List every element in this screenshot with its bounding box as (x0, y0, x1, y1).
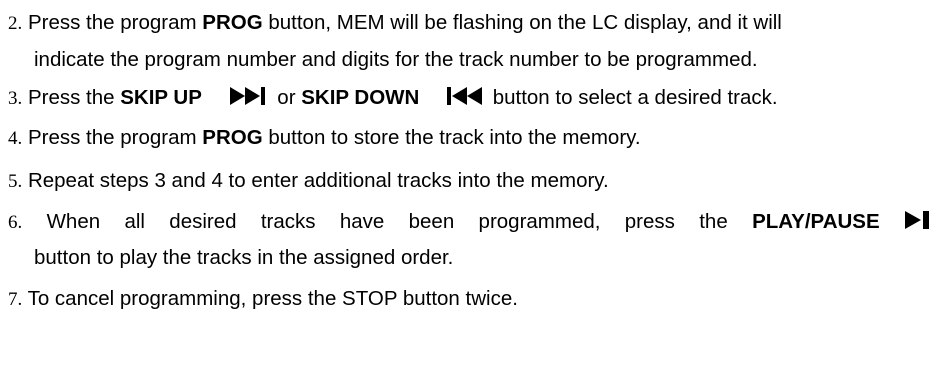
step-5: 5. Repeat steps 3 and 4 to enter additio… (8, 163, 609, 200)
step-number: 7. (8, 289, 23, 310)
play-pause-icon (904, 210, 930, 230)
step-text: Press the program (27, 126, 203, 149)
step-2: 2. Press the program PROG button, MEM wi… (8, 5, 782, 42)
step-3: 3. Press the SKIP UP or SKIP DOWN button… (8, 80, 778, 117)
step-7: 7. To cancel programming, press the STOP… (8, 281, 518, 318)
step-text: Repeat steps 3 and 4 to enter additional… (27, 169, 609, 192)
step-number: 2. (8, 13, 23, 34)
step-text: To cancel programming, press the STOP bu… (27, 287, 518, 310)
skip-up-icon (229, 86, 270, 106)
skip-up-label: SKIP UP (120, 86, 202, 109)
step-text: button, MEM will be flashing on the LC d… (262, 11, 782, 34)
step-2-continuation: indicate the program number and digits f… (34, 48, 758, 71)
step-text: button to store the track into the memor… (262, 126, 641, 149)
step-number: 5. (8, 171, 23, 192)
step-text: Press the (27, 86, 121, 109)
step-number: 4. (8, 128, 23, 149)
prog-button-label: PROG (202, 126, 263, 149)
step-text: Press the program (27, 11, 203, 34)
step-number: 6. (8, 212, 23, 233)
step-4: 4. Press the program PROG button to stor… (8, 120, 641, 157)
step-number: 3. (8, 88, 23, 109)
step-6: 6. When all desired tracks have been pro… (8, 204, 930, 241)
step-text: When all desired tracks have been progra… (46, 210, 753, 233)
skip-down-icon (447, 86, 485, 106)
skip-down-label: SKIP DOWN (301, 86, 420, 109)
step-6-continuation: button to play the tracks in the assigne… (34, 246, 454, 269)
prog-button-label: PROG (202, 11, 263, 34)
step-text: or (271, 86, 302, 109)
step-text: button to select a desired track. (487, 86, 778, 109)
play-pause-label: PLAY/PAUSE (752, 210, 880, 233)
